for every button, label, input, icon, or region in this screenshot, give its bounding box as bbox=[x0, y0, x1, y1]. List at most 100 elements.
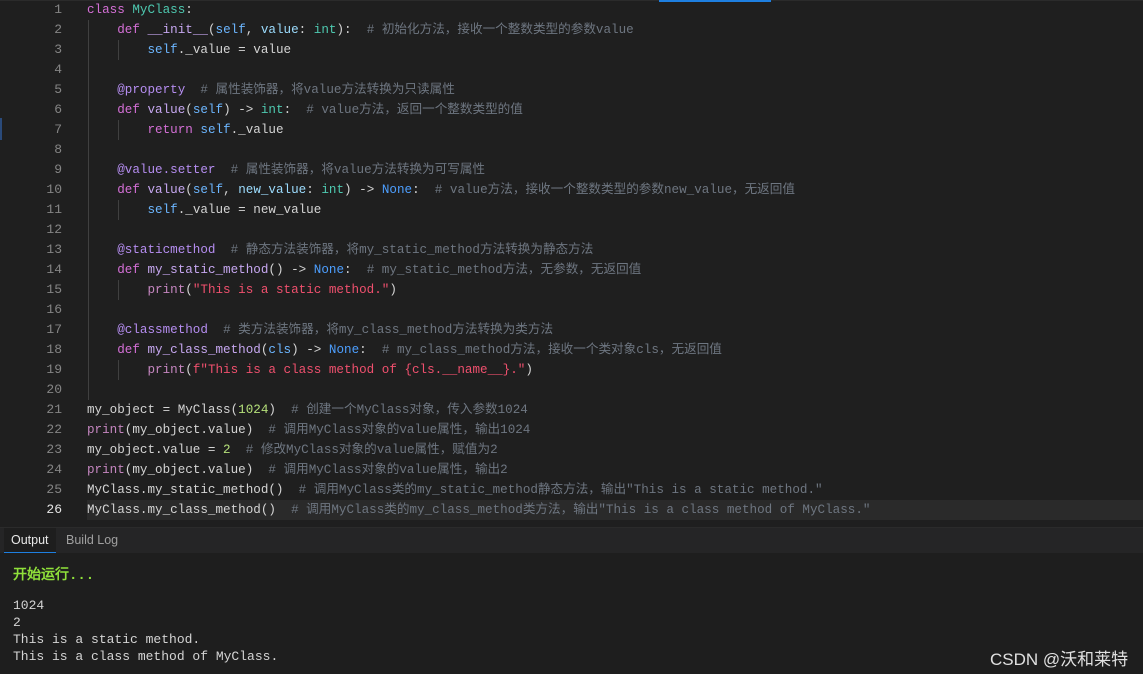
code-text: MyClass.my_class_method() # 调用MyClass类的m… bbox=[87, 500, 1143, 520]
code-token: : bbox=[306, 183, 322, 197]
code-token: MyClass bbox=[132, 3, 186, 17]
code-token: def bbox=[117, 23, 140, 37]
line-number: 17 bbox=[46, 322, 62, 337]
code-token: self bbox=[200, 123, 231, 137]
code-token: def bbox=[117, 263, 140, 277]
line-number: 14 bbox=[46, 262, 62, 277]
code-text: print(my_object.value) # 调用MyClass对象的val… bbox=[87, 420, 1143, 440]
code-line[interactable]: 1 class MyClass: bbox=[0, 0, 1143, 20]
line-number: 5 bbox=[54, 82, 62, 97]
code-token: my_class_method bbox=[147, 343, 261, 357]
code-token: # value方法，接收一个整数类型的参数new_value，无返回值 bbox=[434, 183, 795, 197]
code-token: None bbox=[381, 183, 413, 197]
code-token: ) bbox=[389, 283, 397, 297]
code-text: return self._value bbox=[87, 120, 1143, 140]
line-number: 19 bbox=[46, 362, 62, 377]
code-line[interactable]: 22 print(my_object.value) # 调用MyClass对象的v… bbox=[0, 420, 1143, 440]
line-number: 8 bbox=[54, 142, 62, 157]
code-token: # value方法，返回一个整数类型的值 bbox=[306, 103, 523, 117]
code-line[interactable]: 10 def value(self, new_value: int) -> No… bbox=[0, 180, 1143, 200]
indent-guide bbox=[118, 200, 120, 220]
code-token: ) bbox=[525, 363, 533, 377]
line-number: 3 bbox=[54, 42, 62, 57]
code-token: ) -> bbox=[344, 183, 382, 197]
code-text: print(f"This is a class method of {cls._… bbox=[87, 360, 1143, 380]
code-line[interactable]: 16 bbox=[0, 300, 1143, 320]
code-line[interactable]: 25 MyClass.my_static_method() # 调用MyClass… bbox=[0, 480, 1143, 500]
code-line[interactable]: 12 bbox=[0, 220, 1143, 240]
code-text: def value(self, new_value: int) -> None:… bbox=[87, 180, 1143, 200]
code-token: @property bbox=[117, 83, 186, 97]
code-line[interactable]: 6 def value(self) -> int: # value方法，返回一个… bbox=[0, 100, 1143, 120]
code-token: () -> bbox=[268, 263, 314, 277]
indent-guide bbox=[118, 120, 120, 140]
code-token: def bbox=[117, 103, 140, 117]
indent-guide bbox=[88, 80, 89, 400]
code-line[interactable]: 13 @staticmethod # 静态方法装饰器，将my_static_me… bbox=[0, 240, 1143, 260]
tab-output[interactable]: Output bbox=[4, 528, 56, 554]
code-token: ._value bbox=[230, 123, 284, 137]
code-line[interactable]: 2 def __init__(self, value: int): # 初始化方… bbox=[0, 20, 1143, 40]
code-token: my_static_method bbox=[147, 263, 269, 277]
code-line[interactable]: 21 my_object = MyClass(1024) # 创建一个MyClas… bbox=[0, 400, 1143, 420]
code-line[interactable]: 15 print("This is a static method.") bbox=[0, 280, 1143, 300]
code-text: print("This is a static method.") bbox=[87, 280, 1143, 300]
code-token: # 类方法装饰器，将my_class_method方法转换为类方法 bbox=[223, 323, 554, 337]
code-text: def __init__(self, value: int): # 初始化方法，… bbox=[87, 20, 1143, 40]
code-line[interactable]: 11 self._value = new_value bbox=[0, 200, 1143, 220]
code-editor[interactable]: 1 class MyClass: 2 def __init__(self, valu… bbox=[0, 0, 1143, 521]
code-line[interactable]: 19 print(f"This is a class method of {cl… bbox=[0, 360, 1143, 380]
code-token: self bbox=[215, 23, 246, 37]
code-line[interactable]: 9 @value.setter # 属性装饰器，将value方法转换为可写属性 bbox=[0, 160, 1143, 180]
code-line[interactable]: 14 def my_static_method() -> None: # my_… bbox=[0, 260, 1143, 280]
indent-guide bbox=[88, 20, 89, 80]
code-token: @classmethod bbox=[117, 323, 208, 337]
code-line[interactable]: 4 bbox=[0, 60, 1143, 80]
code-line[interactable]: 7 return self._value bbox=[0, 120, 1143, 140]
line-number: 23 bbox=[46, 442, 62, 457]
code-token: __init__ bbox=[147, 23, 208, 37]
line-number: 7 bbox=[54, 122, 62, 137]
code-line[interactable]: 20 bbox=[0, 380, 1143, 400]
code-token: # 调用MyClass对象的value属性，输出1024 bbox=[268, 423, 531, 437]
code-text: @value.setter # 属性装饰器，将value方法转换为可写属性 bbox=[87, 160, 1143, 180]
code-text: def value(self) -> int: # value方法，返回一个整数… bbox=[87, 100, 1143, 120]
code-line[interactable]: 17 @classmethod # 类方法装饰器，将my_class_metho… bbox=[0, 320, 1143, 340]
code-token: self bbox=[192, 103, 224, 117]
code-token: # 初始化方法，接收一个整数类型的参数value bbox=[366, 23, 634, 37]
line-number: 20 bbox=[46, 382, 62, 397]
code-token: # 修改MyClass对象的value属性，赋值为2 bbox=[245, 443, 498, 457]
code-token: @staticmethod bbox=[117, 243, 216, 257]
code-text: @staticmethod # 静态方法装饰器，将my_static_metho… bbox=[87, 240, 1143, 260]
code-token: : bbox=[298, 23, 314, 37]
code-line[interactable]: 3 self._value = value bbox=[0, 40, 1143, 60]
code-token: MyClass.my_static_method() bbox=[87, 483, 299, 497]
code-line[interactable]: 5 @property # 属性装饰器，将value方法转换为只读属性 bbox=[0, 80, 1143, 100]
code-token: MyClass.my_class_method() bbox=[87, 503, 292, 517]
line-number: 25 bbox=[46, 482, 62, 497]
code-token: ( bbox=[185, 363, 193, 377]
code-line[interactable]: 8 bbox=[0, 140, 1143, 160]
code-line[interactable]: 23 my_object.value = 2 # 修改MyClass对象的valu… bbox=[0, 440, 1143, 460]
code-line[interactable]: 18 def my_class_method(cls) -> None: # m… bbox=[0, 340, 1143, 360]
code-token: self bbox=[147, 43, 178, 57]
code-token: my_object.value = bbox=[87, 443, 224, 457]
code-token: new_value bbox=[238, 183, 307, 197]
code-token: ): bbox=[336, 23, 367, 37]
line-number: 12 bbox=[46, 222, 62, 237]
code-token: ) -> bbox=[223, 103, 261, 117]
output-line: 2 bbox=[13, 615, 21, 630]
line-number: 22 bbox=[46, 422, 62, 437]
line-number: 10 bbox=[46, 182, 62, 197]
code-line[interactable]: 26 MyClass.my_class_method() # 调用MyClass类… bbox=[0, 500, 1143, 520]
tab-build-log[interactable]: Build Log bbox=[59, 528, 125, 554]
code-token: f"This is a class method of {cls.__name_… bbox=[192, 363, 526, 377]
code-token: value bbox=[260, 23, 299, 37]
code-line[interactable]: 24 print(my_object.value) # 调用MyClass对象的v… bbox=[0, 460, 1143, 480]
